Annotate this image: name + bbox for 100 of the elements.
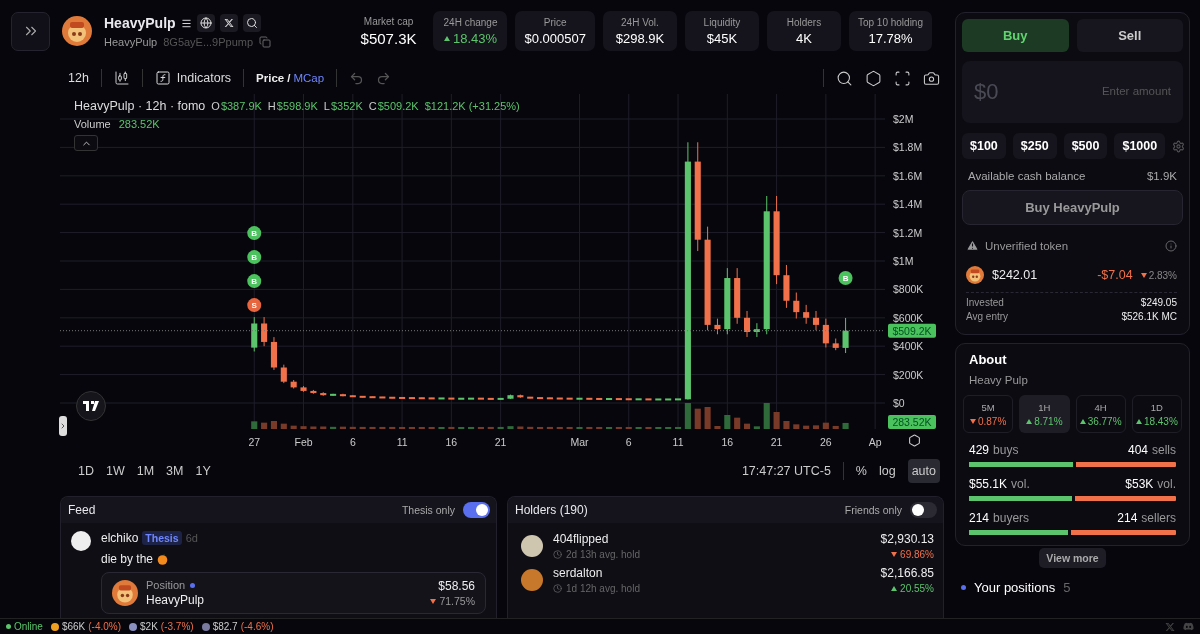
settings-icon	[1172, 139, 1186, 153]
x-axis-label: 26	[820, 436, 832, 448]
period-tab[interactable]: 4H 36.77%	[1075, 395, 1126, 433]
mode-separator: /	[287, 72, 291, 84]
sell-count: 214	[1117, 511, 1138, 525]
undo-button[interactable]	[349, 70, 365, 86]
x-axis-label: 11	[396, 436, 408, 448]
preset-amount-button[interactable]: $1000	[1114, 133, 1166, 159]
x-logo-icon	[1165, 621, 1175, 632]
scale-button[interactable]: log	[878, 459, 896, 483]
online-dot	[6, 624, 11, 629]
candle	[399, 396, 406, 399]
coin-price: $66K	[61, 621, 86, 632]
x-axis-label: 16	[721, 436, 734, 448]
range-button[interactable]: 1Y	[195, 459, 211, 483]
user-avatar-icon	[71, 531, 91, 551]
website-button[interactable]	[196, 14, 215, 32]
stat-value: 17.78%	[868, 30, 913, 46]
search-button[interactable]	[242, 14, 261, 32]
preset-amount-button[interactable]: $500	[1063, 133, 1108, 159]
trade-side-tab[interactable]: Sell	[1076, 19, 1183, 52]
toggle-label: Friends only	[844, 504, 902, 516]
candle	[339, 393, 346, 397]
token-name: HeavyPulp	[104, 15, 176, 31]
panel-title: Holders (190)	[515, 503, 588, 517]
friends-toggle[interactable]	[910, 502, 937, 518]
about-subtitle: Heavy Pulp	[969, 374, 1029, 386]
token-address: 8G5ayE...9Ppump	[163, 36, 254, 48]
pnl-value: -$7.04	[1097, 268, 1133, 282]
y-axis-label: $1.4M	[893, 198, 923, 211]
toggle-label: Thesis only	[401, 504, 455, 516]
coin-price: $82.7	[212, 621, 238, 632]
buy-count: 214	[969, 511, 990, 525]
buy-marker: B	[247, 226, 262, 241]
amount-hint: Enter amount	[1101, 85, 1171, 97]
view-more-button[interactable]: View more	[1039, 548, 1106, 568]
axis-settings-button[interactable]	[908, 434, 921, 447]
expand-sidebar-button[interactable]	[11, 11, 50, 51]
x-axis-label: Mar	[570, 436, 589, 448]
x-axis-label: 6	[625, 436, 632, 448]
status-dot	[190, 582, 196, 588]
interval-button[interactable]: 12h	[68, 71, 89, 85]
ohlc-key: H	[267, 100, 276, 112]
candle	[359, 395, 366, 398]
y-axis-label: $1.2M	[893, 226, 923, 239]
range-button[interactable]: 3M	[166, 459, 184, 483]
connection-status: Online	[14, 621, 43, 632]
stat-value: 4K	[796, 30, 812, 46]
chart-time: 17:47:27 UTC-5	[741, 464, 831, 478]
scale-button[interactable]: auto	[907, 459, 940, 483]
x-axis-label: Ap	[868, 436, 882, 448]
scale-button[interactable]: %	[855, 459, 867, 483]
search-icon	[836, 69, 853, 87]
sell-marker: S	[247, 298, 262, 313]
candle	[615, 398, 622, 401]
fullscreen-button[interactable]	[894, 69, 911, 87]
candle	[812, 310, 820, 331]
drawer-handle[interactable]	[59, 416, 67, 436]
stat-value: $298.9K	[615, 30, 665, 46]
preset-amount-button[interactable]: $100	[962, 133, 1006, 159]
period-tab[interactable]: 5M 0.87%	[963, 395, 1014, 433]
y-axis-label: $400K	[893, 340, 924, 353]
indicators-button[interactable]: Indicators	[154, 70, 232, 86]
candle	[477, 397, 484, 400]
x-link-button[interactable]	[219, 14, 238, 32]
ohlc-value: $387.9K	[220, 100, 262, 112]
thesis-toggle[interactable]	[463, 502, 490, 518]
positions-count: 5	[1063, 580, 1071, 595]
period-tab[interactable]: 1D 18.43%	[1131, 395, 1182, 433]
trade-side-tab[interactable]: Buy	[962, 19, 1069, 52]
positions-title: Your positions	[974, 580, 1056, 595]
range-button[interactable]: 1M	[136, 459, 155, 483]
x-axis-label: 6	[349, 436, 356, 448]
candle	[576, 397, 583, 400]
range-button[interactable]: 1D	[78, 459, 94, 483]
x-axis-label: 27	[248, 436, 261, 448]
candlestick-icon[interactable]	[113, 70, 130, 86]
candle	[586, 397, 593, 400]
stat-value: $45K	[706, 30, 738, 46]
stat-label: 24H Vol.	[621, 16, 659, 28]
screenshot-button[interactable]	[923, 69, 940, 87]
period-tab[interactable]: 1H 8.71%	[1019, 395, 1070, 433]
ohlc-value: $509.2K	[377, 100, 419, 112]
candle	[655, 398, 662, 401]
clock-icon	[553, 550, 562, 559]
buy-token-button[interactable]: Buy HeavyPulp	[962, 190, 1183, 225]
preset-amount-button[interactable]: $250	[1012, 133, 1057, 159]
candle	[793, 292, 800, 319]
range-button[interactable]: 1W	[106, 459, 125, 483]
discord-icon	[1183, 621, 1194, 632]
mcap-mode-tab[interactable]: MCap	[293, 72, 325, 84]
redo-button[interactable]	[376, 70, 392, 86]
holder-change: 69.86%	[900, 549, 934, 560]
candle	[507, 394, 514, 400]
coin-change: (-4.6%)	[240, 621, 274, 632]
price-mode-tab[interactable]: Price	[256, 72, 285, 84]
balance-label: Available cash balance	[968, 170, 1086, 182]
search-icon	[245, 17, 258, 29]
zoom-search-button[interactable]	[836, 69, 853, 87]
x-axis-label: Feb	[294, 436, 313, 448]
